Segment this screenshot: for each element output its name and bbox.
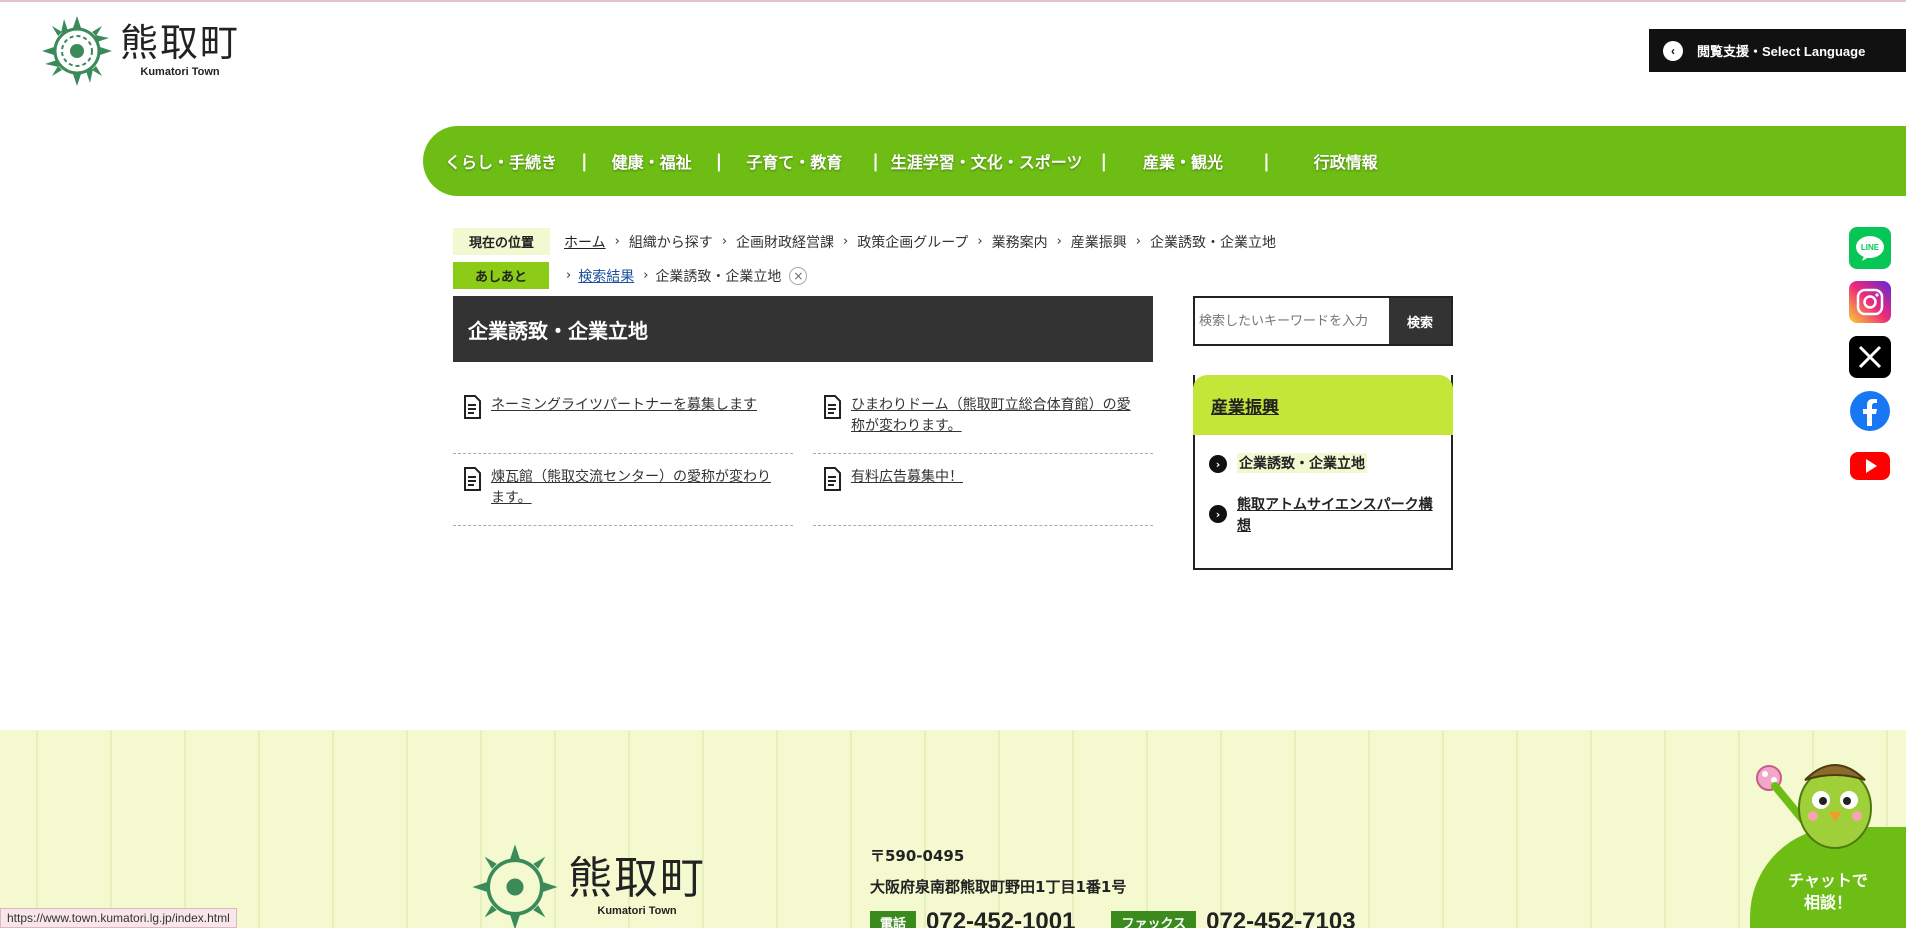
chevron-left-icon: ‹ bbox=[1663, 40, 1683, 61]
tel-number[interactable]: 072-452-1001 bbox=[926, 908, 1075, 928]
breadcrumb-item: 業務案内 bbox=[991, 234, 1048, 251]
document-icon bbox=[824, 467, 841, 491]
side-menu-item-label[interactable]: 熊取アトムサイエンスパーク構想 bbox=[1237, 495, 1437, 537]
breadcrumb-item: 組織から探す bbox=[628, 234, 713, 251]
document-icon bbox=[464, 395, 481, 419]
breadcrumb-item: 産業振興 bbox=[1070, 234, 1127, 251]
breadcrumb-label: 現在の位置 bbox=[453, 228, 551, 255]
article-link[interactable]: ネーミングライツパートナーを募集します bbox=[491, 395, 757, 440]
gnav-item-kurashi[interactable]: くらし・手続き bbox=[445, 149, 557, 173]
gnav-item-gyosei[interactable]: 行政情報 bbox=[1314, 149, 1378, 173]
article-link[interactable]: 煉瓦館（熊取交流センター）の愛称が変わります。 bbox=[491, 467, 783, 512]
gnav-item-kosodate[interactable]: 子育て・教育 bbox=[746, 149, 842, 173]
history-current: 企業誘致・企業立地 bbox=[655, 268, 782, 285]
language-button[interactable]: ‹ 閲覧支援・Select Language bbox=[1649, 29, 1906, 72]
breadcrumb-item: 企画財政経営課 bbox=[736, 234, 835, 251]
footer: 熊取町 Kumatori Town 〒590-0495 大阪府泉南郡熊取町野田1… bbox=[0, 730, 1906, 928]
close-icon[interactable]: × bbox=[789, 266, 808, 285]
gnav-separator: | bbox=[1263, 150, 1270, 172]
status-url: https://www.town.kumatori.lg.jp/index.ht… bbox=[0, 908, 237, 928]
document-icon bbox=[464, 467, 481, 491]
gnav-item-shogai[interactable]: 生涯学習・文化・スポーツ bbox=[891, 149, 1083, 173]
list-item: 煉瓦館（熊取交流センター）の愛称が変わります。 bbox=[453, 454, 793, 526]
footer-logo-title: 熊取町 bbox=[568, 853, 706, 904]
mascot-icon bbox=[1756, 764, 1872, 849]
global-nav: くらし・手続き | 健康・福祉 | 子育て・教育 | 生涯学習・文化・スポーツ … bbox=[423, 126, 1906, 196]
fax-number: 072-452-7103 bbox=[1206, 908, 1356, 928]
gnav-item-kenko[interactable]: 健康・福祉 bbox=[612, 149, 692, 173]
fax-label: ファックス bbox=[1111, 910, 1197, 928]
logo-emblem-icon bbox=[42, 16, 112, 86]
chevron-right-icon: › bbox=[1135, 234, 1141, 249]
facebook-icon[interactable] bbox=[1849, 390, 1891, 432]
side-menu-item-label: 企業誘致・企業立地 bbox=[1237, 453, 1367, 473]
gnav-separator: | bbox=[715, 150, 723, 172]
chevron-right-icon: › bbox=[1056, 234, 1062, 249]
site-logo[interactable]: 熊取町 Kumatori Town bbox=[40, 14, 240, 88]
footer-address: 大阪府泉南郡熊取町野田1丁目1番1号 bbox=[870, 878, 1127, 896]
instagram-icon[interactable] bbox=[1849, 281, 1891, 323]
x-icon[interactable] bbox=[1849, 336, 1891, 378]
svg-text:LINE: LINE bbox=[1861, 243, 1880, 252]
language-button-label: 閲覧支援・Select Language bbox=[1697, 44, 1866, 59]
top-border bbox=[0, 0, 1906, 2]
list-item: ひまわりドーム（熊取町立総合体育館）の愛称が変わります。 bbox=[813, 382, 1153, 454]
list-item: 有料広告募集中！ bbox=[813, 454, 1153, 526]
side-menu-item[interactable]: › 熊取アトムサイエンスパーク構想 bbox=[1195, 495, 1451, 537]
article-list: ネーミングライツパートナーを募集します ひまわりドーム（熊取町立総合体育館）の愛… bbox=[453, 382, 1153, 526]
gnav-separator: | bbox=[581, 150, 588, 172]
history-search-results[interactable]: 検索結果 bbox=[578, 266, 634, 286]
logo-title: 熊取町 bbox=[120, 21, 241, 65]
side-menu-title[interactable]: 産業振興 bbox=[1193, 375, 1453, 435]
gnav-separator: | bbox=[1100, 150, 1108, 172]
footer-contact: 電話 072-452-1001 ファックス 072-452-7103 bbox=[870, 908, 1356, 928]
line-icon[interactable]: LINE bbox=[1849, 227, 1891, 269]
chevron-right-icon: › bbox=[1209, 455, 1227, 473]
search-button[interactable]: 検索 bbox=[1389, 298, 1451, 344]
youtube-icon[interactable] bbox=[1849, 445, 1891, 487]
chevron-right-icon: › bbox=[977, 234, 983, 249]
chevron-right-icon: › bbox=[614, 234, 620, 249]
gnav-separator: | bbox=[872, 150, 879, 172]
article-link[interactable]: 有料広告募集中！ bbox=[851, 467, 963, 512]
side-menu: 産業振興 › 企業誘致・企業立地 › 熊取アトムサイエンスパーク構想 bbox=[1193, 375, 1453, 570]
chevron-right-icon: › bbox=[566, 268, 572, 283]
breadcrumb-home[interactable]: ホーム bbox=[564, 232, 606, 252]
site-search: 検索 bbox=[1193, 296, 1453, 346]
document-icon bbox=[824, 395, 841, 419]
search-input[interactable] bbox=[1195, 298, 1389, 344]
logo-subtitle: Kumatori Town bbox=[140, 66, 220, 78]
article-link[interactable]: ひまわりドーム（熊取町立総合体育館）の愛称が変わります。 bbox=[851, 395, 1143, 440]
chevron-right-icon: › bbox=[643, 268, 649, 283]
chat-label-line1: チャットで bbox=[1788, 870, 1868, 890]
breadcrumb: 現在の位置 ホーム › 組織から探す › 企画財政経営課 › 政策企画グループ … bbox=[453, 228, 1276, 255]
breadcrumb-current: 企業誘致・企業立地 bbox=[1150, 234, 1276, 251]
footer-logo-subtitle: Kumatori Town bbox=[597, 905, 677, 917]
footer-postal: 〒590-0495 bbox=[870, 847, 965, 865]
history-label: あしあと bbox=[453, 262, 550, 289]
list-item: ネーミングライツパートナーを募集します bbox=[453, 382, 793, 454]
logo-emblem-icon bbox=[472, 844, 558, 928]
chevron-right-icon: › bbox=[721, 234, 728, 249]
breadcrumb-item: 政策企画グループ bbox=[857, 234, 969, 251]
tel-label: 電話 bbox=[870, 910, 917, 928]
side-menu-item[interactable]: › 企業誘致・企業立地 bbox=[1195, 453, 1451, 473]
chevron-right-icon: › bbox=[1209, 505, 1227, 523]
history-trail: あしあと › 検索結果 › 企業誘致・企業立地 × bbox=[453, 262, 808, 289]
page-title: 企業誘致・企業立地 bbox=[453, 296, 1153, 362]
chevron-right-icon: › bbox=[843, 234, 849, 249]
chat-label-line2: 相談！ bbox=[1803, 892, 1852, 912]
footer-logo[interactable]: 熊取町 Kumatori Town bbox=[470, 842, 706, 928]
gnav-item-sangyo[interactable]: 産業・観光 bbox=[1143, 149, 1223, 173]
